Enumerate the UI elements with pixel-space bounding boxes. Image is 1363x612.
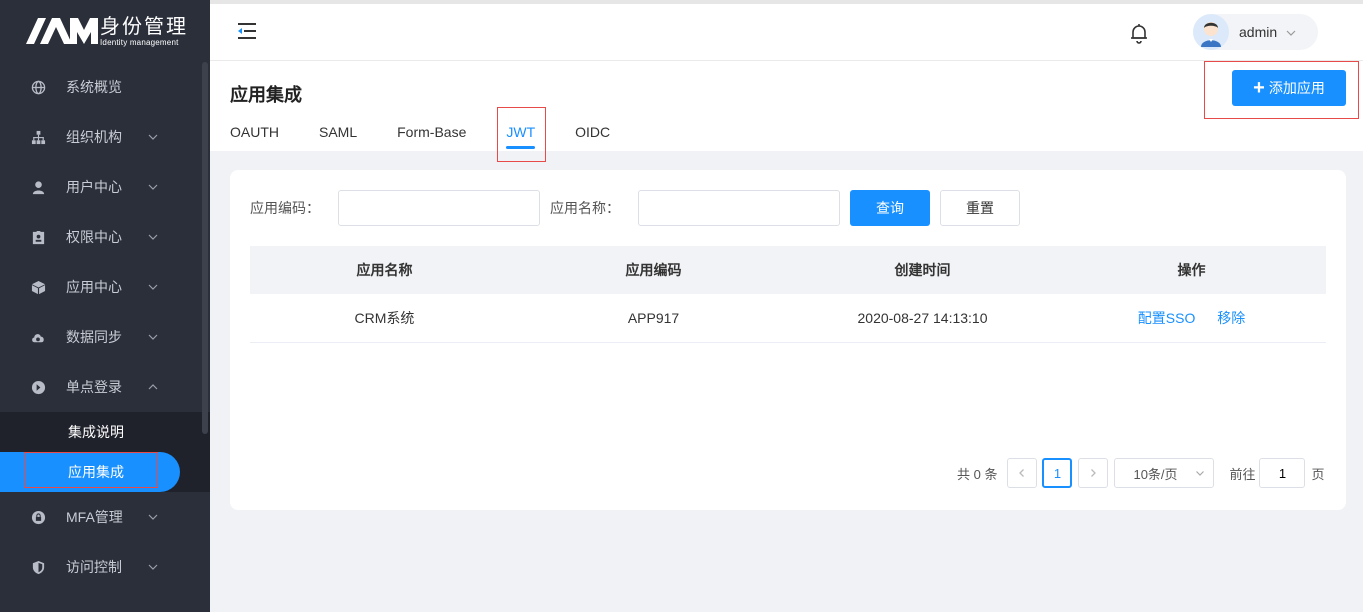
user-menu[interactable]: admin bbox=[1193, 14, 1318, 50]
logo: 身份管理 Identity management bbox=[0, 0, 210, 62]
chevron-up-icon bbox=[147, 380, 159, 392]
sidebar-item-label: 单点登录 bbox=[66, 379, 122, 395]
applications-table: 应用名称 应用编码 创建时间 操作 CRM系统 APP917 2020-08-2… bbox=[250, 246, 1326, 343]
sidebar-item-users[interactable]: 用户中心 bbox=[0, 162, 210, 212]
logo-title-cn: 身份管理 bbox=[100, 13, 188, 38]
tab-jwt[interactable]: JWT bbox=[506, 124, 536, 149]
column-header-code: 应用编码 bbox=[625, 262, 682, 278]
column-header-actions: 操作 bbox=[1177, 262, 1206, 278]
avatar bbox=[1193, 14, 1229, 50]
cell-app-code: APP917 bbox=[627, 310, 680, 326]
sidebar-item-label: 用户中心 bbox=[66, 179, 122, 195]
sidebar-scrollbar[interactable] bbox=[202, 62, 208, 434]
tab-oidc[interactable]: OIDC bbox=[575, 124, 610, 140]
chevron-left-icon bbox=[1019, 469, 1025, 477]
badge-icon bbox=[30, 229, 46, 245]
configure-sso-link[interactable]: 配置SSO bbox=[1138, 310, 1196, 326]
sidebar-subitem-label: 集成说明 bbox=[68, 424, 124, 440]
sidebar: 身份管理 Identity management 系统概览 组织机构 用户中心 … bbox=[0, 0, 210, 612]
app-code-label: 应用编码： bbox=[250, 200, 320, 216]
prev-page-button[interactable] bbox=[1007, 458, 1038, 488]
top-header: admin bbox=[210, 0, 1363, 61]
chevron-down-icon bbox=[147, 330, 159, 342]
cube-icon bbox=[30, 279, 46, 295]
remove-link[interactable]: 移除 bbox=[1217, 310, 1245, 326]
cloud-sync-icon bbox=[30, 329, 46, 345]
table-header: 应用名称 应用编码 创建时间 操作 bbox=[250, 246, 1326, 294]
sidebar-subitem-app-integration[interactable]: 应用集成 bbox=[0, 452, 210, 492]
chevron-down-icon bbox=[147, 180, 159, 192]
table-row: CRM系统 APP917 2020-08-27 14:13:10 配置SSO 移… bbox=[250, 294, 1326, 343]
menu-collapse-icon[interactable] bbox=[236, 21, 258, 41]
pagination: 共 0 条 1 10条/页 前往 页 bbox=[957, 458, 1325, 488]
user-name: admin bbox=[1239, 24, 1278, 40]
column-header-created: 创建时间 bbox=[894, 262, 951, 278]
cell-app-name: CRM系统 bbox=[354, 310, 415, 326]
app-name-label: 应用名称： bbox=[550, 200, 620, 216]
chevron-down-icon bbox=[1196, 471, 1205, 476]
sidebar-item-label: 数据同步 bbox=[66, 329, 122, 345]
logo-mark bbox=[26, 18, 98, 44]
column-header-name: 应用名称 bbox=[356, 262, 413, 278]
sso-submenu: 集成说明 应用集成 bbox=[0, 412, 210, 492]
chevron-right-icon bbox=[1091, 469, 1097, 477]
goto-page-input[interactable] bbox=[1259, 458, 1306, 488]
tab-saml[interactable]: SAML bbox=[319, 124, 357, 140]
cell-created-time: 2020-08-27 14:13:10 bbox=[857, 310, 988, 326]
chevron-down-icon bbox=[147, 560, 159, 572]
next-page-button[interactable] bbox=[1078, 458, 1109, 488]
chevron-down-icon bbox=[1285, 26, 1297, 38]
page-head: 应用集成 OAUTH SAML Form-Base JWT OIDC + 添加应… bbox=[210, 61, 1363, 151]
sidebar-item-label: 系统概览 bbox=[66, 79, 122, 95]
sidebar-subitem-integration-guide[interactable]: 集成说明 bbox=[0, 412, 210, 452]
cell-actions: 配置SSO 移除 bbox=[1057, 308, 1326, 328]
shield-icon bbox=[30, 559, 46, 575]
sidebar-item-label: 组织机构 bbox=[66, 129, 122, 145]
page-suffix: 页 bbox=[1311, 466, 1325, 482]
logo-title-en: Identity management bbox=[100, 37, 179, 47]
plus-icon: + bbox=[1253, 77, 1265, 99]
bell-icon[interactable] bbox=[1127, 21, 1151, 45]
user-icon bbox=[30, 179, 46, 195]
reset-button[interactable]: 重置 bbox=[940, 190, 1020, 226]
app-code-input[interactable] bbox=[338, 190, 540, 226]
sidebar-item-applications[interactable]: 应用中心 bbox=[0, 262, 210, 312]
sidebar-item-label: 访问控制 bbox=[66, 559, 122, 575]
sidebar-subitem-label: 应用集成 bbox=[68, 464, 124, 480]
chevron-down-icon bbox=[147, 230, 159, 242]
org-icon bbox=[30, 129, 46, 145]
page-title: 应用集成 bbox=[230, 85, 302, 105]
tab-oauth[interactable]: OAUTH bbox=[230, 124, 279, 140]
globe-icon bbox=[30, 79, 46, 95]
tab-active-indicator bbox=[506, 146, 536, 149]
tab-form-base[interactable]: Form-Base bbox=[397, 124, 466, 140]
sidebar-item-mfa[interactable]: MFA管理 bbox=[0, 492, 210, 542]
sidebar-item-organization[interactable]: 组织机构 bbox=[0, 112, 210, 162]
page-size-select[interactable]: 10条/页 bbox=[1114, 458, 1215, 488]
lock-icon bbox=[30, 509, 46, 525]
sidebar-item-label: 权限中心 bbox=[66, 229, 122, 245]
query-button[interactable]: 查询 bbox=[850, 190, 930, 226]
sidebar-item-access-control[interactable]: 访问控制 bbox=[0, 542, 210, 592]
chevron-down-icon bbox=[147, 510, 159, 522]
sidebar-item-label: MFA管理 bbox=[66, 509, 123, 525]
page-number-current[interactable]: 1 bbox=[1042, 458, 1073, 488]
sidebar-item-data-sync[interactable]: 数据同步 bbox=[0, 312, 210, 362]
app-name-input[interactable] bbox=[638, 190, 840, 226]
content-card: 应用编码： 应用名称： 查询 重置 应用名称 应用编码 创建时间 操作 CRM系… bbox=[230, 170, 1346, 510]
goto-label: 前往 bbox=[1229, 466, 1256, 482]
sidebar-item-overview[interactable]: 系统概览 bbox=[0, 62, 210, 112]
protocol-tabs: OAUTH SAML Form-Base JWT OIDC bbox=[230, 124, 650, 149]
chevron-down-icon bbox=[147, 280, 159, 292]
search-form: 应用编码： 应用名称： 查询 重置 bbox=[250, 190, 1020, 226]
arrow-circle-icon bbox=[30, 379, 46, 395]
chevron-down-icon bbox=[147, 130, 159, 142]
pagination-total: 共 0 条 bbox=[957, 466, 998, 482]
sidebar-item-label: 应用中心 bbox=[66, 279, 122, 295]
add-application-button[interactable]: + 添加应用 bbox=[1232, 70, 1346, 106]
sidebar-item-permissions[interactable]: 权限中心 bbox=[0, 212, 210, 262]
sidebar-item-sso[interactable]: 单点登录 bbox=[0, 362, 210, 412]
